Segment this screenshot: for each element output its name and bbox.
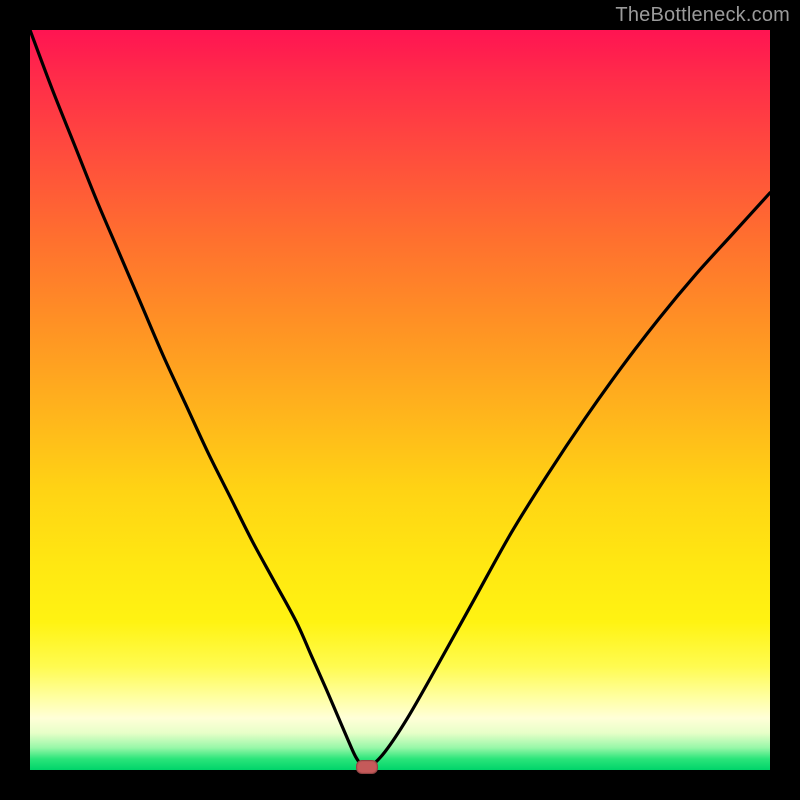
min-marker	[356, 760, 378, 774]
outer-frame: TheBottleneck.com	[0, 0, 800, 800]
plot-area	[30, 30, 770, 770]
bottleneck-curve	[30, 30, 770, 768]
curve-svg	[30, 30, 770, 770]
watermark-text: TheBottleneck.com	[615, 4, 790, 27]
